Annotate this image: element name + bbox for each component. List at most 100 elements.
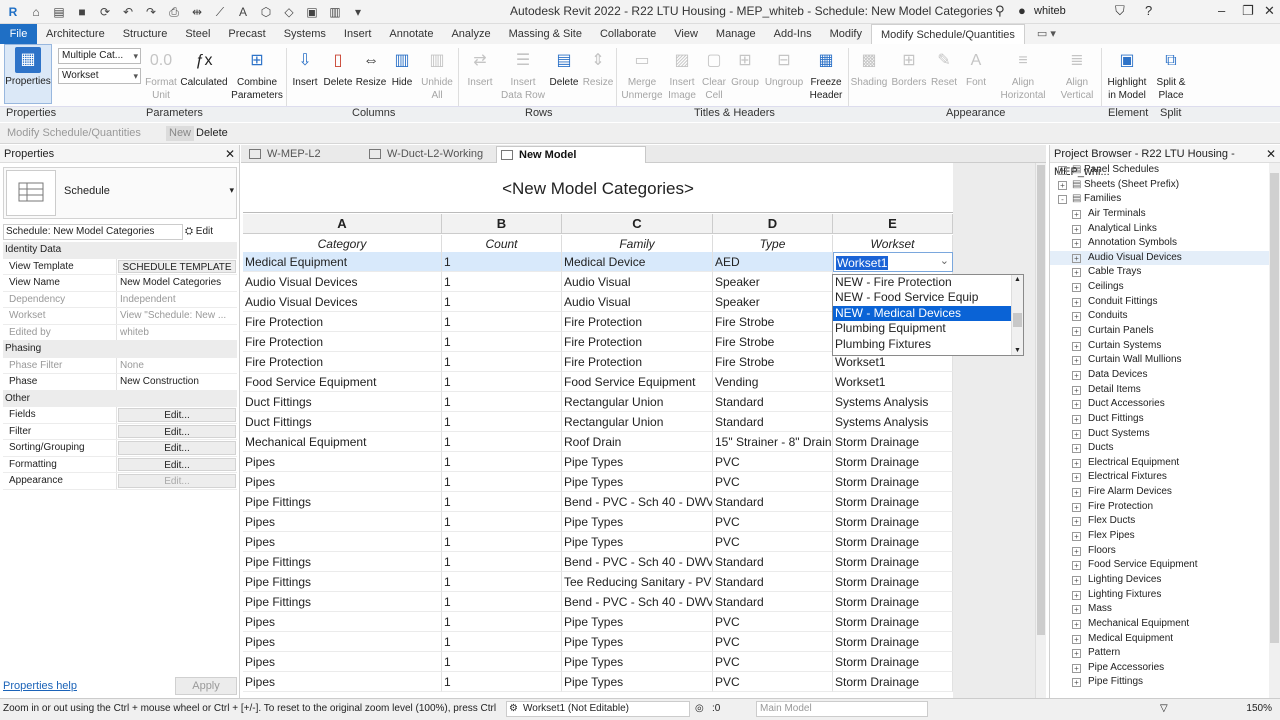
ribbon-tab-collaborate[interactable]: Collaborate	[591, 24, 665, 44]
table-cell[interactable]: Storm Drainage	[833, 452, 953, 472]
scroll-down-icon[interactable]: ▼	[1014, 347, 1021, 354]
expand-icon[interactable]: +	[1072, 385, 1081, 395]
table-cell[interactable]: Standard	[713, 592, 833, 612]
ribbon-tab-view[interactable]: View	[665, 24, 707, 44]
instance-filter-select[interactable]: Schedule: New Model Categories	[3, 224, 183, 240]
tab-extra[interactable]: ▭ ▾	[1025, 24, 1068, 44]
expand-icon[interactable]: +	[1072, 370, 1081, 380]
table-cell[interactable]: 1	[442, 312, 562, 332]
browser-item[interactable]: + Pipe Accessories	[1050, 661, 1270, 676]
table-cell[interactable]: Pipes	[243, 532, 442, 552]
table-cell[interactable]: Pipes	[243, 472, 442, 492]
ribbon-tab-precast[interactable]: Precast	[219, 24, 274, 44]
browser-item[interactable]: + Air Terminals	[1050, 207, 1270, 222]
table-cell[interactable]: 1	[442, 592, 562, 612]
table-cell[interactable]: Food Service Equipment	[243, 372, 442, 392]
table-cell[interactable]: 1	[442, 372, 562, 392]
chevron-down-icon[interactable]: ⌄	[940, 253, 949, 271]
3d-view-icon[interactable]: ⬡	[257, 4, 275, 20]
ribbon-tab-file[interactable]: File	[0, 24, 37, 44]
expand-icon[interactable]: +	[1072, 341, 1081, 351]
expand-icon[interactable]: +	[1072, 429, 1081, 439]
browser-item[interactable]: + Curtain Panels	[1050, 324, 1270, 339]
expand-icon[interactable]: +	[1072, 253, 1081, 263]
view-tab[interactable]: W-MEP-L2 (West)	[245, 146, 353, 176]
property-row[interactable]: Formatting Edit...	[3, 456, 237, 473]
table-cell[interactable]: Storm Drainage	[833, 592, 953, 612]
property-row[interactable]: Appearance Edit...	[3, 473, 237, 490]
browser-item[interactable]: + Lighting Fixtures	[1050, 588, 1270, 603]
browser-item[interactable]: + Medical Equipment	[1050, 632, 1270, 647]
view-template-button[interactable]: SCHEDULE TEMPLATE	[118, 259, 236, 273]
table-cell[interactable]: Bend - PVC - Sch 40 - DWV	[562, 492, 713, 512]
field-header[interactable]: Workset	[833, 235, 953, 253]
browser-item[interactable]: + Fire Alarm Devices	[1050, 485, 1270, 500]
table-cell[interactable]: Audio Visual	[562, 292, 713, 312]
expand-icon[interactable]: +	[1072, 546, 1081, 556]
table-cell[interactable]: Bend - PVC - Sch 40 - DWV	[562, 592, 713, 612]
table-cell[interactable]: Fire Strobe	[713, 332, 833, 352]
combine-parameters-button[interactable]: ⊞ Combine Parameters	[230, 46, 284, 102]
table-cell[interactable]: Pipe Types	[562, 532, 713, 552]
ribbon-tab-analyze[interactable]: Analyze	[442, 24, 499, 44]
table-cell[interactable]: Audio Visual Devices	[243, 292, 442, 312]
table-cell[interactable]: 1	[442, 512, 562, 532]
expand-icon[interactable]: +	[1072, 283, 1081, 293]
delete-button[interactable]: Delete	[193, 126, 231, 141]
edit-button[interactable]: Edit...	[118, 441, 236, 455]
align-vertical-button[interactable]: ≣ Align Vertical	[1054, 46, 1100, 102]
sync-icon[interactable]: ⟳	[96, 4, 114, 20]
format-unit-button[interactable]: 0.0 Format Unit	[144, 46, 178, 102]
calculated-button[interactable]: ƒx Calculated	[180, 46, 228, 89]
table-cell[interactable]: Standard	[713, 492, 833, 512]
table-cell[interactable]: Fire Protection	[562, 332, 713, 352]
ribbon-tab-modify[interactable]: Modify	[821, 24, 871, 44]
dropdown-option[interactable]: Plumbing Fixtures	[833, 337, 1023, 352]
tag-icon[interactable]: A	[234, 4, 252, 20]
view-tab[interactable]: W-Duct-L2-Working	[365, 146, 485, 163]
table-cell[interactable]: Pipe Types	[562, 512, 713, 532]
expand-icon[interactable]: +	[1072, 414, 1081, 424]
table-cell[interactable]: Audio Visual	[562, 272, 713, 292]
table-cell[interactable]: 1	[442, 632, 562, 652]
cart-icon[interactable]: ⛉	[1115, 3, 1125, 19]
expand-icon[interactable]: +	[1072, 575, 1081, 585]
table-cell[interactable]: Mechanical Equipment	[243, 432, 442, 452]
table-cell[interactable]: Medical Device	[562, 252, 713, 272]
property-row[interactable]: View Template SCHEDULE TEMPLATE	[3, 258, 237, 275]
table-cell[interactable]: Storm Drainage	[833, 572, 953, 592]
table-cell[interactable]: 1	[442, 432, 562, 452]
table-cell[interactable]: PVC	[713, 532, 833, 552]
revit-logo-icon[interactable]: R	[4, 4, 22, 20]
browser-item[interactable]: + Flex Pipes	[1050, 529, 1270, 544]
browser-item[interactable]: + ▤ Panel Schedules	[1050, 163, 1270, 178]
design-option-select[interactable]: Main Model	[756, 701, 928, 717]
table-cell[interactable]: Speaker	[713, 292, 833, 312]
scroll-thumb[interactable]	[1270, 173, 1279, 643]
table-cell[interactable]: Pipes	[243, 512, 442, 532]
table-cell[interactable]: Roof Drain	[562, 432, 713, 452]
browser-item[interactable]: + Ducts	[1050, 441, 1270, 456]
table-cell[interactable]: 1	[442, 472, 562, 492]
ribbon-tab-manage[interactable]: Manage	[707, 24, 765, 44]
expand-icon[interactable]: +	[1072, 239, 1081, 249]
group-button[interactable]: ⊞ Group	[729, 46, 761, 89]
browser-item[interactable]: + Mechanical Equipment	[1050, 617, 1270, 632]
table-cell[interactable]: Pipe Fittings	[243, 592, 442, 612]
table-cell[interactable]: PVC	[713, 452, 833, 472]
shading-button[interactable]: ▩ Shading	[850, 46, 888, 89]
dropdown-option[interactable]: NEW - Medical Devices	[833, 305, 1023, 322]
insert-data-row-button[interactable]: ☰ Insert Data Row	[500, 46, 546, 102]
table-cell[interactable]: Storm Drainage	[833, 632, 953, 652]
table-cell[interactable]: Pipes	[243, 612, 442, 632]
resize-column-button[interactable]: ⇔ Resize	[355, 46, 387, 89]
table-cell[interactable]: Pipe Types	[562, 632, 713, 652]
scroll-up-icon[interactable]: ▲	[1014, 276, 1021, 283]
table-cell[interactable]: Bend - PVC - Sch 40 - DWV	[562, 552, 713, 572]
browser-item[interactable]: + Analytical Links	[1050, 222, 1270, 237]
browser-item[interactable]: + Data Devices	[1050, 368, 1270, 383]
table-cell[interactable]: Storm Drainage	[833, 512, 953, 532]
table-cell[interactable]: Pipe Fittings	[243, 572, 442, 592]
table-cell[interactable]: Workset1	[833, 372, 953, 392]
expand-icon[interactable]: +	[1072, 590, 1081, 600]
